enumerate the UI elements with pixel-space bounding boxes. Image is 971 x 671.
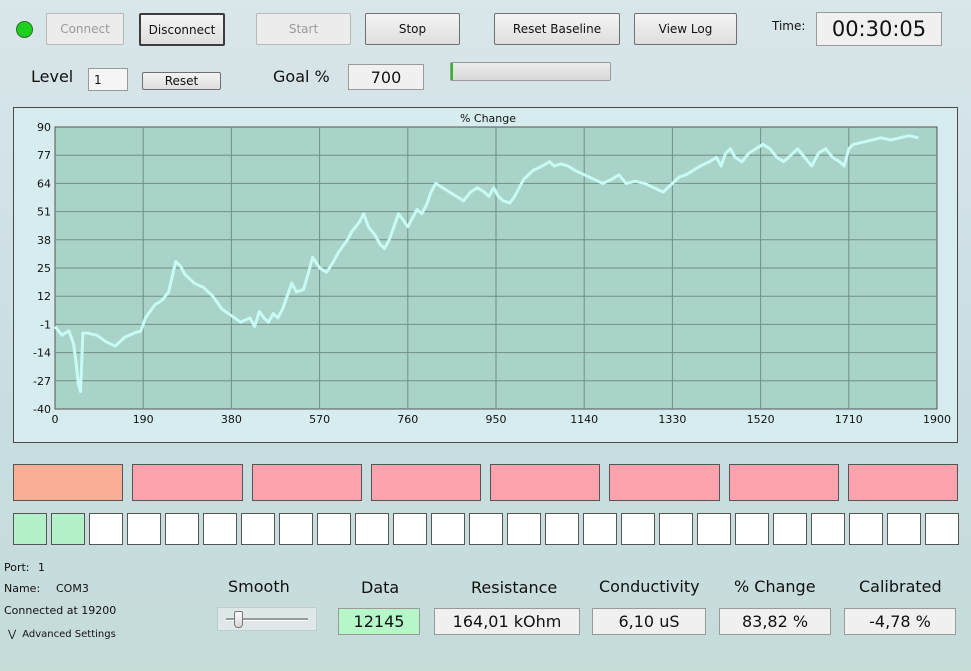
y-tick-label: -14: [33, 347, 51, 360]
square-indicator: [583, 513, 617, 545]
square-indicator: [317, 513, 351, 545]
square-indicator: [697, 513, 731, 545]
time-label: Time:: [772, 19, 806, 33]
smooth-slider-thumb[interactable]: [233, 611, 243, 628]
y-tick-label: 77: [37, 149, 51, 162]
advanced-settings-label: Advanced Settings: [22, 629, 116, 640]
y-tick-label: 12: [37, 290, 51, 303]
square-indicator: [545, 513, 579, 545]
start-button[interactable]: Start: [256, 13, 351, 45]
goal-field[interactable]: 700: [348, 64, 424, 90]
data-value: 12145: [338, 608, 420, 635]
chart-panel: % Change 0 190 380 570 760 950 1140 1330 1520 171…: [13, 107, 958, 443]
y-tick-label: 38: [37, 234, 51, 247]
square-indicator: [887, 513, 921, 545]
x-tick-label: 1140: [570, 413, 598, 426]
time-display: 00:30:05: [816, 12, 942, 46]
x-tick-label: 1520: [747, 413, 775, 426]
square-indicator: [849, 513, 883, 545]
chart-title: % Change: [460, 112, 516, 125]
square-indicator: [659, 513, 693, 545]
percent-change-label: % Change: [734, 577, 816, 596]
name-value: COM3: [56, 582, 89, 595]
goal-label: Goal %: [273, 67, 330, 86]
port-value: 1: [38, 561, 45, 574]
level-reset-button[interactable]: Reset: [142, 72, 221, 90]
segment-indicator: [370, 464, 481, 501]
segment-indicator: [609, 464, 720, 501]
square-indicator: [469, 513, 503, 545]
data-label: Data: [361, 578, 400, 597]
square-indicator: [203, 513, 237, 545]
connect-button[interactable]: Connect: [46, 13, 124, 45]
square-indicator: [393, 513, 427, 545]
x-tick-label: 1330: [658, 413, 686, 426]
smooth-label: Smooth: [228, 577, 290, 596]
segment-indicator: [847, 464, 958, 501]
percent-change-value: 83,82 %: [719, 608, 831, 635]
x-tick-label: 380: [221, 413, 242, 426]
y-tick-label: 90: [37, 121, 51, 134]
square-indicator: [507, 513, 541, 545]
square-indicator: [241, 513, 275, 545]
x-tick-label: 1710: [835, 413, 863, 426]
smooth-slider[interactable]: [217, 607, 317, 631]
square-indicator: [925, 513, 959, 545]
square-indicator: [773, 513, 807, 545]
stop-button[interactable]: Stop: [365, 13, 460, 45]
calibrated-label: Calibrated: [859, 577, 942, 596]
y-tick-label: -27: [33, 375, 51, 388]
level-label: Level: [31, 67, 74, 86]
square-indicator: [89, 513, 123, 545]
y-tick-label: 64: [37, 177, 51, 190]
port-label: Port:: [4, 561, 30, 574]
y-tick-label: -1: [40, 318, 51, 331]
goal-progress-fill: [451, 63, 453, 80]
square-indicator: [51, 513, 85, 545]
x-tick-label: 950: [486, 413, 507, 426]
conductivity-label: Conductivity: [599, 577, 700, 596]
segment-indicator: [13, 464, 124, 501]
advanced-settings-toggle[interactable]: ⋁ Advanced Settings: [8, 629, 116, 640]
segment-indicator: [132, 464, 243, 501]
connection-status-indicator: [16, 21, 33, 38]
x-tick-label: 570: [309, 413, 330, 426]
y-tick-label: 51: [37, 206, 51, 219]
square-indicator: [13, 513, 47, 545]
resistance-label: Resistance: [471, 578, 558, 597]
percent-change-chart: % Change 0 190 380 570 760 950 1140 1330 1520 171…: [33, 112, 951, 426]
square-indicator: [735, 513, 769, 545]
x-tick-label: 760: [397, 413, 418, 426]
segment-indicator: [490, 464, 601, 501]
chevron-down-icon: ⋁: [8, 629, 17, 640]
square-indicator: [355, 513, 389, 545]
calibrated-value: -4,78 %: [844, 608, 956, 635]
level-field[interactable]: 1: [88, 68, 128, 91]
x-tick-label: 190: [133, 413, 154, 426]
resistance-value: 164,01 kOhm: [434, 608, 580, 635]
square-indicator: [811, 513, 845, 545]
y-tick-label: -40: [33, 403, 51, 416]
square-indicator: [279, 513, 313, 545]
square-indicator: [165, 513, 199, 545]
square-indicator: [127, 513, 161, 545]
conductivity-value: 6,10 uS: [592, 608, 706, 635]
y-tick-label: 25: [37, 262, 51, 275]
disconnect-button[interactable]: Disconnect: [139, 13, 225, 46]
segment-indicator: [728, 464, 839, 501]
name-label: Name:: [4, 582, 41, 595]
x-tick-label: 1900: [923, 413, 951, 426]
goal-progress-bar: [450, 62, 611, 81]
square-indicator: [431, 513, 465, 545]
reset-baseline-button[interactable]: Reset Baseline: [494, 13, 620, 45]
segment-indicator: [251, 464, 362, 501]
connected-status-text: Connected at 19200: [4, 604, 117, 617]
view-log-button[interactable]: View Log: [634, 13, 737, 45]
square-indicator: [621, 513, 655, 545]
x-tick-label: 0: [52, 413, 59, 426]
